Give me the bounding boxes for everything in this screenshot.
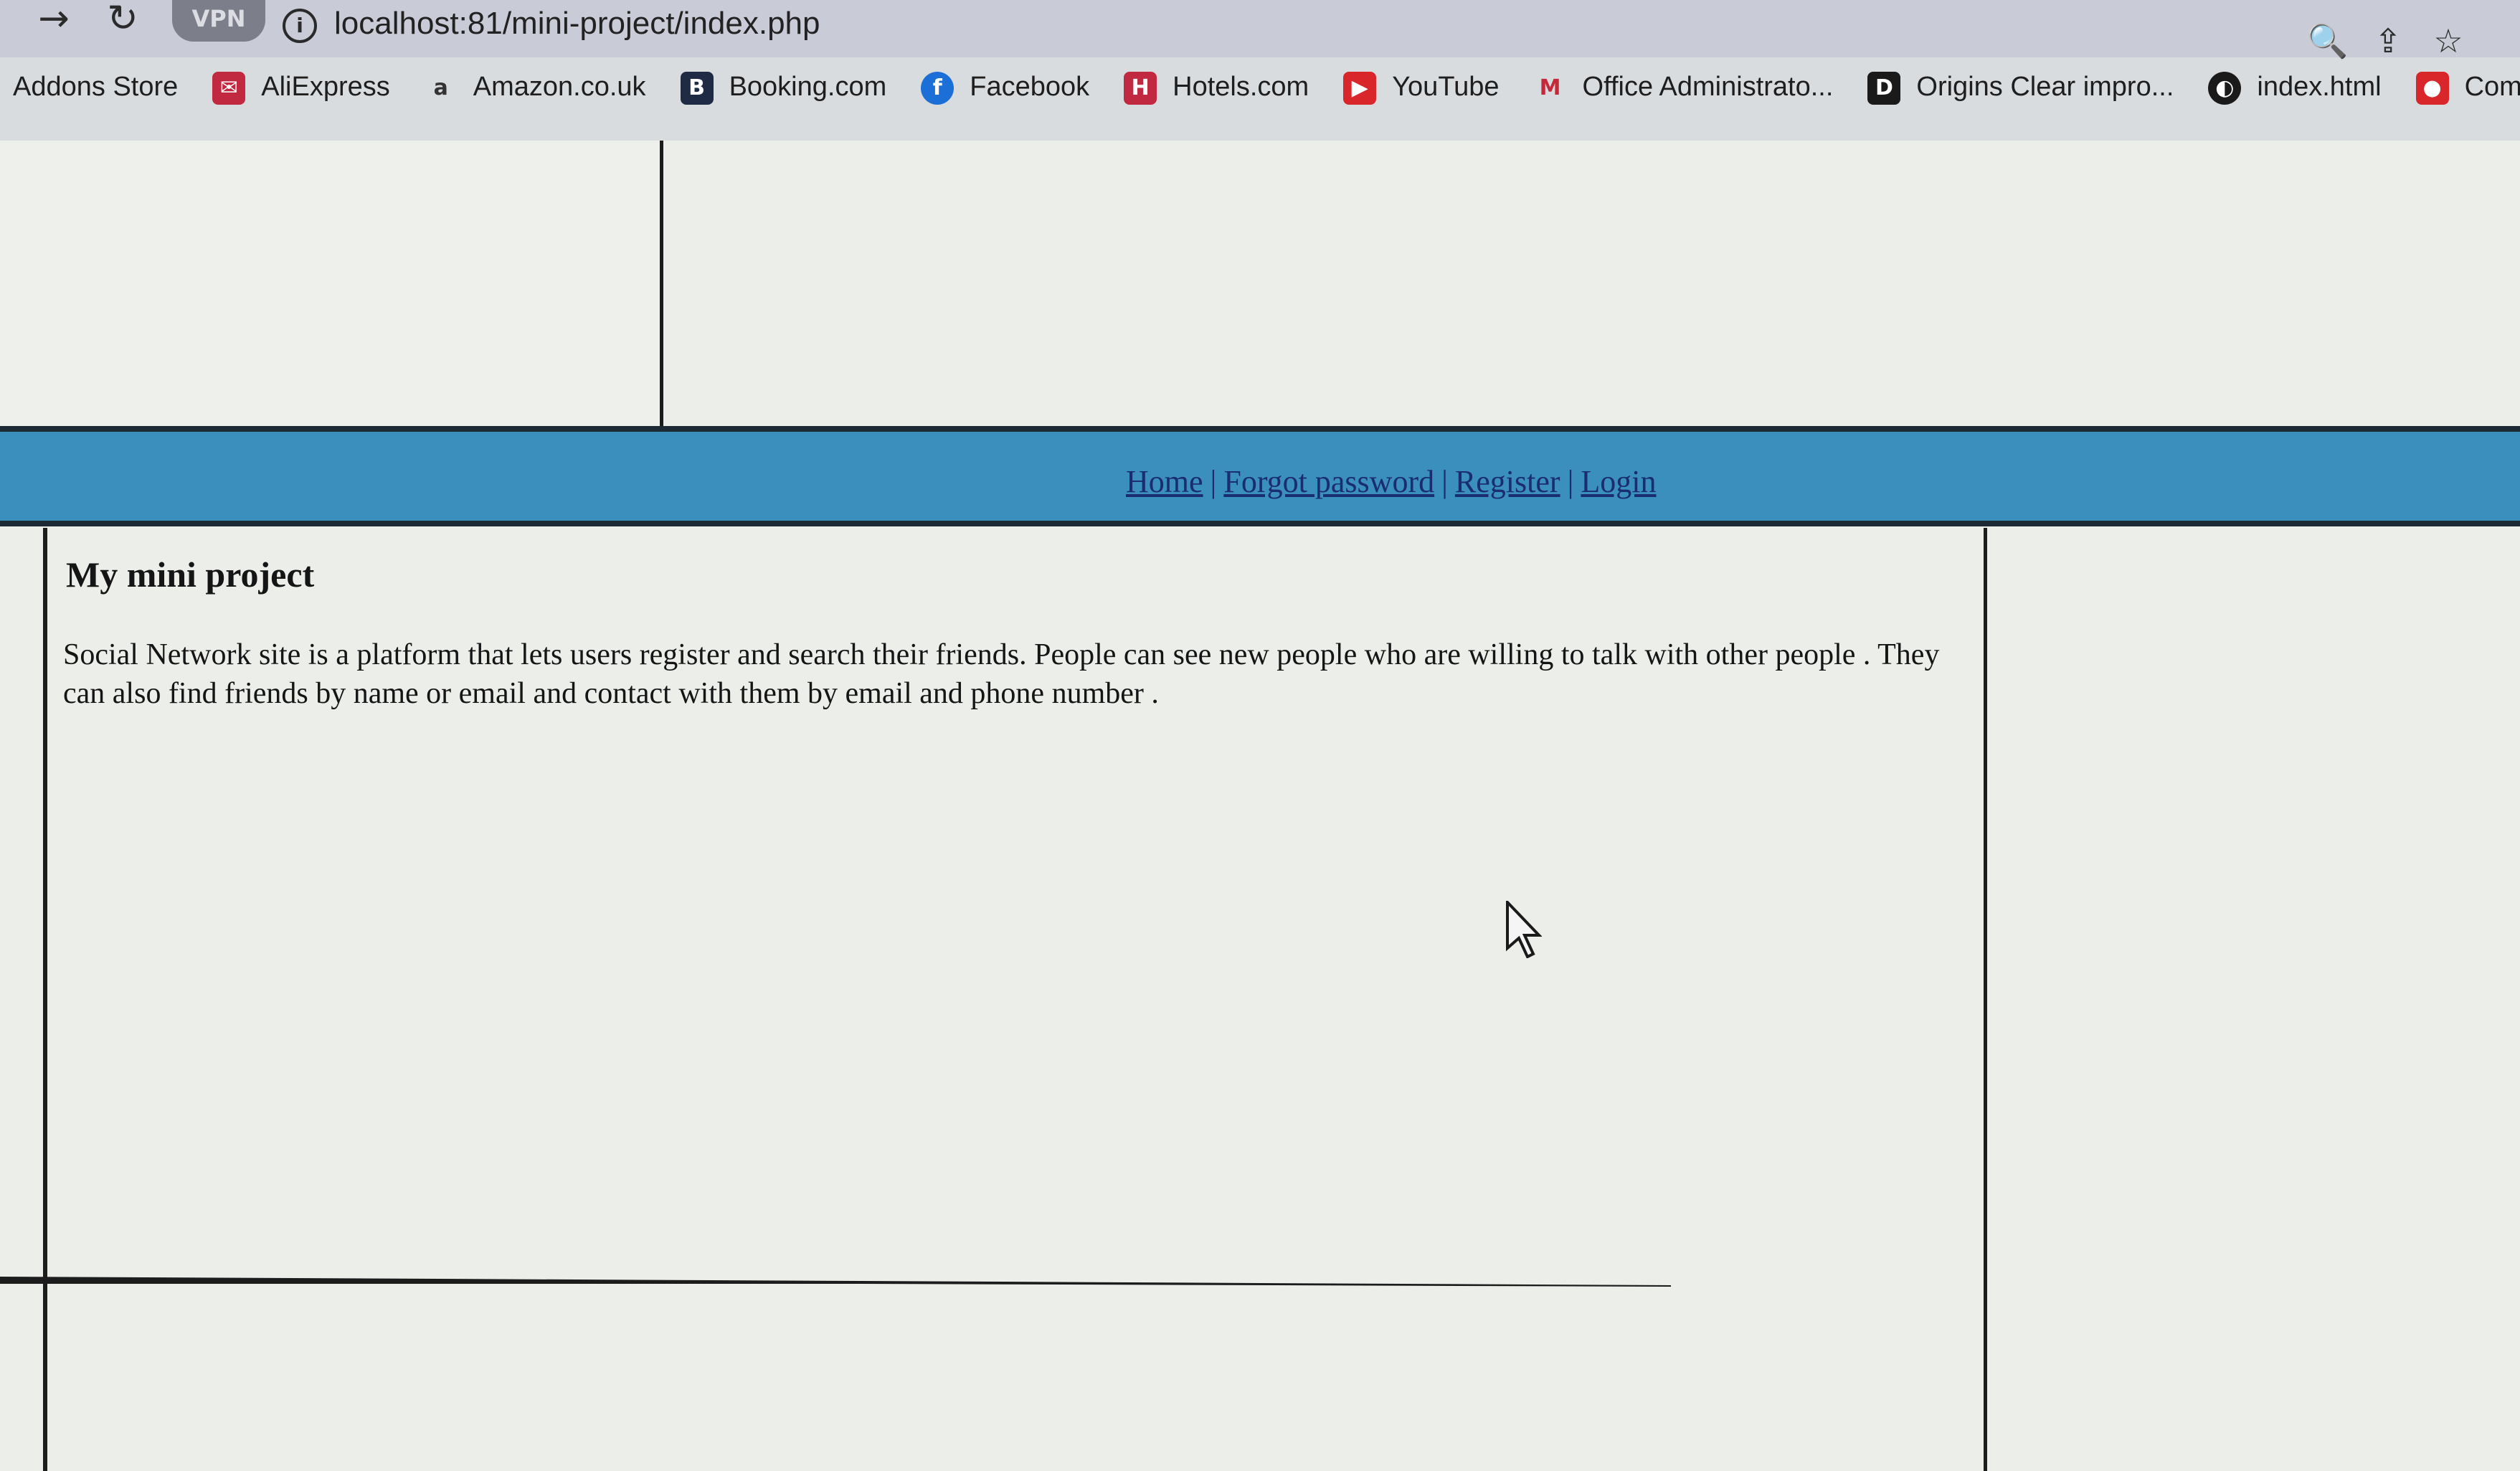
nav-forgot-password-link[interactable]: Forgot password: [1223, 464, 1434, 499]
nav-register-link[interactable]: Register: [1455, 464, 1560, 499]
bookmark-label: Comedy: [2464, 72, 2520, 102]
nav-separator: |: [1441, 464, 1448, 499]
bookmark-hotels[interactable]: H Hotels.com: [1124, 62, 1309, 112]
url-text[interactable]: localhost:81/mini-project/index.php: [334, 6, 820, 42]
bookmark-facebook[interactable]: f Facebook: [921, 62, 1089, 112]
bookmark-comedy[interactable]: ● Comedy: [2415, 62, 2520, 112]
header-left-cell: [0, 141, 663, 427]
nav-separator: |: [1210, 464, 1217, 499]
origins-icon: D: [1867, 71, 1901, 105]
bookmark-label: Amazon.co.uk: [473, 72, 646, 102]
right-sidebar: [1987, 528, 2520, 1471]
bookmarks-bar: Addons Store ✉ AliExpress a Amazon.co.uk B…: [0, 62, 2520, 133]
bookmark-addons-store[interactable]: Addons Store: [13, 62, 178, 112]
vpn-badge[interactable]: VPN: [172, 0, 265, 42]
comedy-icon: ●: [2415, 71, 2449, 105]
share-icon[interactable]: ⇪: [2359, 22, 2417, 60]
bookmark-label: Hotels.com: [1173, 72, 1309, 102]
bookmark-youtube[interactable]: ▶ YouTube: [1343, 62, 1500, 112]
bookmark-amazon[interactable]: a Amazon.co.uk: [425, 62, 646, 112]
browser-toolbar: → ↻ VPN i localhost:81/mini-project/inde…: [0, 0, 2520, 60]
hotels-icon: H: [1124, 71, 1157, 105]
footer-divider: [0, 1277, 1671, 1287]
web-page: Home | Forgot password | Register | Login My m…: [0, 141, 2520, 1471]
header-right-cell: [663, 141, 2520, 427]
bookmark-label: Origins Clear impro...: [1916, 72, 2174, 102]
nav-separator: |: [1567, 464, 1574, 499]
nav-links: Home | Forgot password | Register | Login: [1126, 463, 1656, 500]
bookmark-index-html[interactable]: ◐ index.html: [2208, 62, 2382, 112]
nav-home-link[interactable]: Home: [1126, 464, 1203, 499]
bookmark-booking[interactable]: B Booking.com: [680, 62, 887, 112]
booking-icon: B: [680, 71, 714, 105]
reload-icon[interactable]: ↻: [98, 0, 148, 43]
site-navbar: Home | Forgot password | Register | Login: [0, 426, 2520, 526]
bookmark-label: YouTube: [1392, 72, 1500, 102]
site-info-icon[interactable]: i: [283, 9, 317, 43]
browser-chrome: → ↻ VPN i localhost:81/mini-project/inde…: [0, 0, 2520, 143]
globe-icon: ◐: [2208, 71, 2242, 105]
bookmark-label: AliExpress: [261, 72, 390, 102]
address-bar[interactable]: i localhost:81/mini-project/index.php: [280, 0, 1499, 57]
bookmark-label: Facebook: [970, 72, 1090, 102]
mouse-cursor-icon: [1506, 901, 1542, 958]
bookmark-office-admin[interactable]: M Office Administrato...: [1534, 62, 1834, 112]
youtube-icon: ▶: [1343, 71, 1377, 105]
nav-login-link[interactable]: Login: [1581, 464, 1656, 499]
zoom-icon[interactable]: 🔍: [2299, 22, 2356, 61]
bookmark-label: Addons Store: [13, 72, 179, 102]
site-description: Social Network site is a platform that l…: [63, 638, 1940, 710]
bookmark-label: Office Administrato...: [1582, 72, 1834, 102]
bookmark-origins[interactable]: D Origins Clear impro...: [1867, 62, 2174, 112]
forward-icon[interactable]: →: [29, 0, 79, 43]
gmail-icon: M: [1539, 75, 1561, 100]
page-title: My mini project: [66, 554, 315, 595]
bookmark-star-icon[interactable]: ☆: [2420, 22, 2477, 60]
toolbar-actions: 🔍 ⇪ ☆: [2299, 22, 2477, 65]
bookmark-aliexpress[interactable]: ✉ AliExpress: [212, 62, 390, 112]
bookmark-label: Booking.com: [729, 72, 887, 102]
main-content: My mini project Social Network site is a…: [43, 528, 1987, 1471]
aliexpress-icon: ✉: [212, 71, 246, 105]
facebook-icon: f: [921, 71, 955, 105]
bookmark-label: index.html: [2257, 72, 2382, 102]
amazon-icon: a: [433, 75, 448, 100]
